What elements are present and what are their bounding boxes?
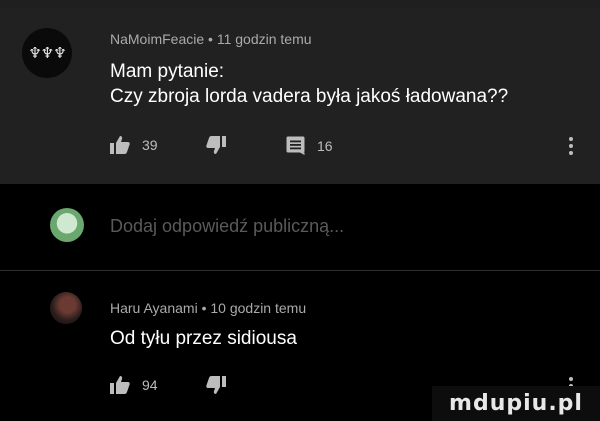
reply-like-count: 94: [142, 377, 158, 393]
reply-input[interactable]: [110, 216, 450, 237]
reply-author[interactable]: Haru Ayanami: [110, 300, 198, 316]
watermark-logo: mdupiu.pl: [432, 386, 600, 421]
reply-count: 16: [317, 137, 333, 154]
dislike-button[interactable]: [206, 136, 226, 154]
like-count: 39: [142, 137, 158, 153]
reply-like-button[interactable]: 94: [110, 376, 158, 394]
thumbs-down-icon: [206, 136, 226, 154]
comment-meta: NaMoimFeacie • 11 godzin temu: [110, 31, 312, 47]
reply-time: 10 godzin temu: [210, 300, 307, 316]
reply-dislike-button[interactable]: [206, 376, 226, 394]
comment-text-line-2: Czy zbroja lorda vadera była jakoś ładow…: [110, 86, 509, 107]
comment-author[interactable]: NaMoimFeacie: [110, 31, 204, 47]
like-button[interactable]: 39: [110, 136, 158, 154]
current-user-avatar: [50, 208, 84, 242]
reply-author-avatar[interactable]: [50, 292, 82, 324]
replies-button[interactable]: 16: [286, 136, 333, 155]
thumbs-down-icon: [206, 376, 226, 394]
comment-icon: [286, 136, 305, 155]
thumbs-up-icon: [110, 376, 130, 394]
meta-separator: •: [208, 31, 213, 47]
thumbs-up-icon: [110, 136, 130, 154]
reply-text: Od tyłu przez sidiousa: [110, 328, 297, 349]
avatar-logo-icon: ♆♆♆: [28, 44, 66, 62]
reply-meta: Haru Ayanami • 10 godzin temu: [110, 300, 306, 316]
meta-separator: •: [201, 300, 207, 316]
comment-time: 11 godzin temu: [216, 31, 312, 47]
comment-text-line-1: Mam pytanie:: [110, 61, 225, 82]
more-vertical-icon[interactable]: [569, 137, 573, 155]
divider: [0, 270, 600, 271]
top-strip: [0, 0, 600, 8]
author-avatar[interactable]: ♆♆♆: [22, 28, 72, 78]
